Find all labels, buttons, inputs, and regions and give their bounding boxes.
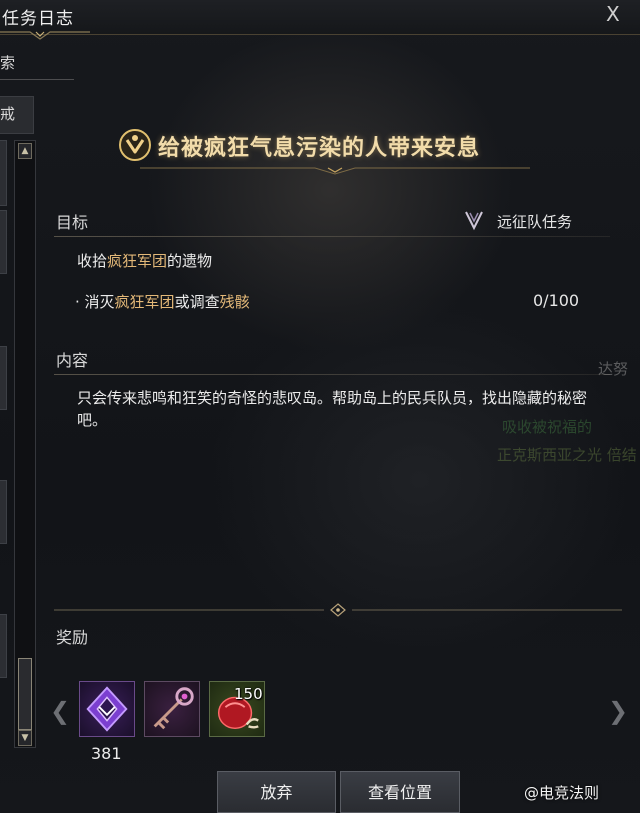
title-bar: 任务日志 X: [0, 0, 640, 35]
list-item[interactable]: [0, 210, 7, 274]
reward-slot[interactable]: [144, 681, 200, 737]
objective-progress: 0/100: [533, 291, 580, 310]
objective-highlight: 残骸: [219, 293, 250, 311]
category-tab-label: 戒: [0, 105, 16, 123]
section-divider-ornament: [54, 603, 622, 617]
window-title: 任务日志: [2, 9, 74, 29]
chevron-left-icon[interactable]: ❮: [50, 697, 70, 725]
header-underline-ornament: [140, 167, 530, 175]
objective-title-text: 收拾: [77, 252, 108, 270]
abandon-button[interactable]: 放弃: [217, 771, 336, 813]
background-text: 达努: [598, 360, 629, 378]
goal-section-label: 目标: [56, 213, 89, 232]
quest-type-label: 远征队任务: [497, 213, 573, 231]
objective-title-text: 的遗物: [167, 252, 213, 270]
scroll-down-icon[interactable]: ▼: [18, 730, 32, 746]
rewards-section-label: 奖励: [56, 628, 89, 647]
objective-item: · 消灭疯狂军团或调查残骸: [75, 291, 250, 312]
title-ornament-icon: [0, 31, 90, 40]
background-text: 正克斯西亚之光 倍结: [497, 446, 637, 464]
objective-title-highlight: 疯狂军团: [107, 252, 168, 270]
watermark: @电竞法则: [524, 784, 600, 802]
reward-count: 150: [234, 685, 263, 703]
quest-title: 给被疯狂气息污染的人带来安息: [158, 136, 481, 161]
list-item[interactable]: [0, 346, 7, 410]
reward-count: 381: [91, 744, 122, 763]
purple-crystal-icon: [86, 686, 128, 732]
content-section-label: 内容: [56, 351, 89, 370]
search-tab-fragment[interactable]: 索: [0, 52, 15, 73]
quest-emblem-icon: [119, 129, 151, 161]
reward-slot[interactable]: [79, 681, 135, 737]
search-underline: [0, 79, 74, 80]
objective-title: 收拾疯狂军团的遗物: [77, 250, 212, 271]
list-item[interactable]: [0, 480, 7, 544]
list-item[interactable]: [0, 140, 7, 206]
quest-list: [0, 138, 12, 760]
view-location-button[interactable]: 查看位置: [340, 771, 460, 813]
scrollbar[interactable]: ▲ ▼: [14, 140, 36, 748]
quest-description: 只会传来悲鸣和狂笑的奇怪的悲叹岛。帮助岛上的民兵队员，找出隐藏的秘密吧。: [77, 389, 588, 429]
chevron-right-icon[interactable]: ❯: [608, 697, 628, 725]
section-divider: [54, 374, 610, 375]
objective-text: 或调查: [174, 293, 220, 311]
objective-text: · 消灭: [75, 293, 115, 311]
list-item[interactable]: [0, 614, 7, 678]
objective-highlight: 疯狂军团: [114, 293, 175, 311]
scroll-thumb[interactable]: [18, 658, 32, 730]
section-divider: [54, 236, 610, 237]
expedition-icon: [465, 211, 483, 231]
quest-log-window: 任务日志 X 索 戒 ▲ ▼ 达努 吸收被祝福的 正克斯西亚之光 倍结 给被疯狂…: [0, 0, 640, 813]
ornate-key-icon: [153, 687, 194, 730]
close-icon[interactable]: X: [606, 2, 620, 26]
scroll-up-icon[interactable]: ▲: [18, 143, 32, 159]
